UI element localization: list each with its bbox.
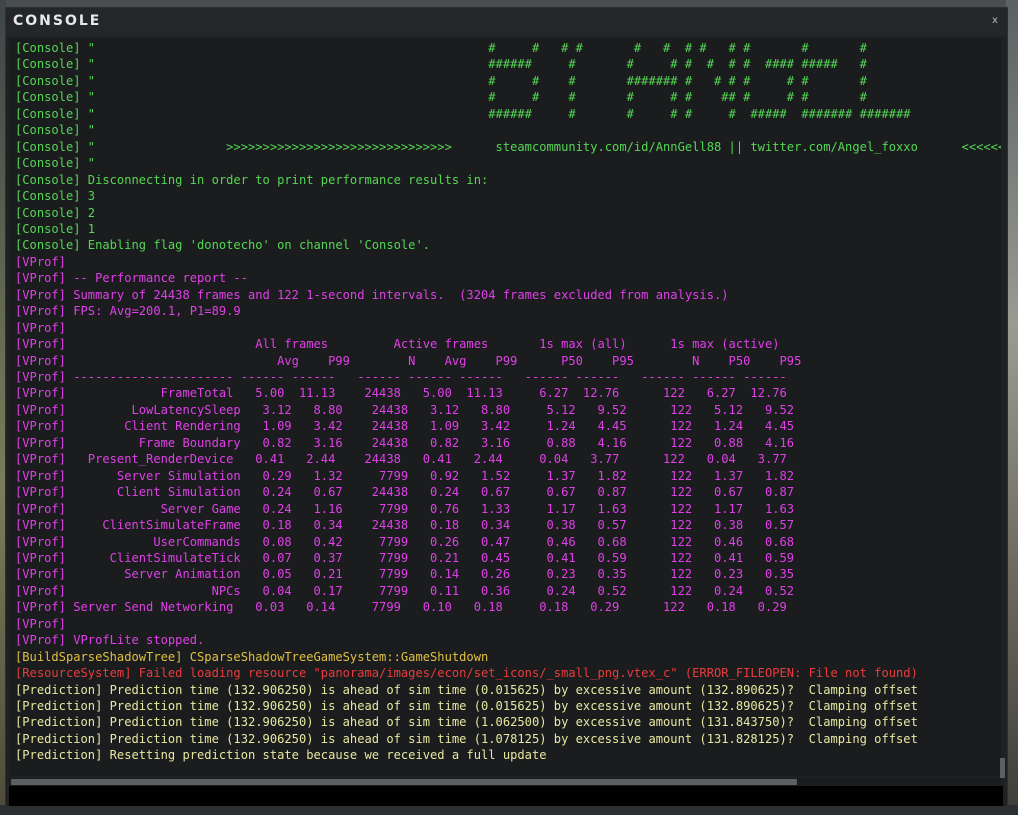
console-line-vprof: [VProf] (15, 254, 66, 269)
console-line-console: [Console] " # # # # # # ## # # # # (15, 90, 867, 105)
console-line-vprof: [VProf] Client Simulation 0.24 0.67 2443… (15, 485, 795, 500)
console-line-vprof: [VProf] FrameTotal 5.00 11.13 24438 5.00… (15, 386, 787, 401)
console-line-console: [Console] Disconnecting in order to prin… (15, 172, 489, 187)
console-window: CONSOLE x [Console] " # # # # # # # # # … (5, 7, 1008, 807)
console-line-vprof: [VProf] Frame Boundary 0.82 3.16 24438 0… (15, 435, 795, 450)
console-output[interactable]: [Console] " # # # # # # # # # # # # [Cons… (9, 38, 1001, 776)
console-line-vprof: [VProf] UserCommands 0.08 0.42 7799 0.26… (15, 534, 795, 549)
console-line-vprof: [VProf] Server Game 0.24 1.16 7799 0.76 … (15, 501, 795, 516)
console-line-console: [Console] " ###### # # # # # ##### #####… (15, 106, 911, 121)
console-line-console: [Console] 2 (15, 205, 96, 220)
console-line-vprof: [VProf] ClientSimulateTick 0.07 0.37 779… (15, 550, 795, 565)
console-line-vprof: [VProf] NPCs 0.04 0.17 7799 0.11 0.36 0.… (15, 583, 795, 598)
console-line-vprof: [VProf] Server Send Networking 0.03 0.14… (15, 600, 787, 615)
console-line-prediction: [Prediction] Prediction time (132.906250… (15, 731, 918, 746)
console-input[interactable] (9, 786, 1003, 806)
console-line-console: [Console] " # # # # # # # # # # # # (15, 41, 867, 55)
console-line-console: [Console] " (15, 156, 96, 171)
console-line-vprof: [VProf] Client Rendering 1.09 3.42 24438… (15, 419, 795, 434)
console-line-vprof: [VProf] (15, 616, 66, 631)
vertical-scrollbar-thumb[interactable] (1000, 758, 1005, 778)
console-line-console: [Console] 1 (15, 221, 96, 236)
console-line-vprof: [VProf] Avg P99 N Avg P99 P50 P95 N P50 … (15, 353, 802, 368)
console-line-vprof: [VProf] ---------------------- ------ --… (15, 370, 787, 384)
console-line-vprof: [VProf] VProfLite stopped. (15, 633, 205, 648)
console-line-console: [Console] Enabling flag 'donotecho' on c… (15, 238, 431, 253)
console-line-vprof: [VProf] (15, 320, 66, 335)
console-titlebar[interactable]: CONSOLE x (6, 8, 1007, 36)
console-line-vprof: [VProf] Server Animation 0.05 0.21 7799 … (15, 567, 795, 582)
console-line-vprof: [VProf] ClientSimulateFrame 0.18 0.34 24… (15, 518, 795, 533)
console-line-vprof: [VProf] Summary of 24438 frames and 122 … (15, 287, 729, 302)
console-line-vprof: [VProf] FPS: Avg=200.1, P1=89.9 (15, 304, 241, 319)
console-line-resource: [ResourceSystem] Failed loading resource… (15, 666, 918, 681)
console-line-console: [Console] " (15, 123, 96, 138)
console-line-build: [BuildSparseShadowTree] CSparseShadowTre… (15, 649, 489, 664)
console-line-vprof: [VProf] Present_RenderDevice 0.41 2.44 2… (15, 452, 787, 467)
console-line-prediction: [Prediction] Prediction time (132.906250… (15, 682, 918, 697)
console-line-console: [Console] " # # # ####### # # # # # # # (15, 73, 867, 88)
horizontal-scrollbar-thumb[interactable] (11, 779, 797, 785)
console-line-prediction: [Prediction] Prediction time (132.906250… (15, 715, 918, 730)
console-line-console: [Console] " >>>>>>>>>>>>>>>>>>>>>>>>>>>>… (15, 139, 1001, 154)
window-title: CONSOLE (13, 13, 102, 29)
console-line-console: [Console] " ###### # # # # # # # #### ##… (15, 57, 867, 72)
console-line-vprof: [VProf] -- Performance report -- (15, 271, 248, 286)
console-line-vprof: [VProf] All frames Active frames 1s max … (15, 337, 780, 352)
console-line-prediction: [Prediction] Resetting prediction state … (15, 748, 547, 763)
console-line-vprof: [VProf] Server Simulation 0.29 1.32 7799… (15, 468, 795, 483)
close-button[interactable]: x (989, 14, 1001, 28)
console-line-vprof: [VProf] LowLatencySleep 3.12 8.80 24438 … (15, 402, 795, 417)
console-line-prediction: [Prediction] Prediction time (132.906250… (15, 699, 918, 713)
console-line-console: [Console] 3 (15, 189, 96, 204)
